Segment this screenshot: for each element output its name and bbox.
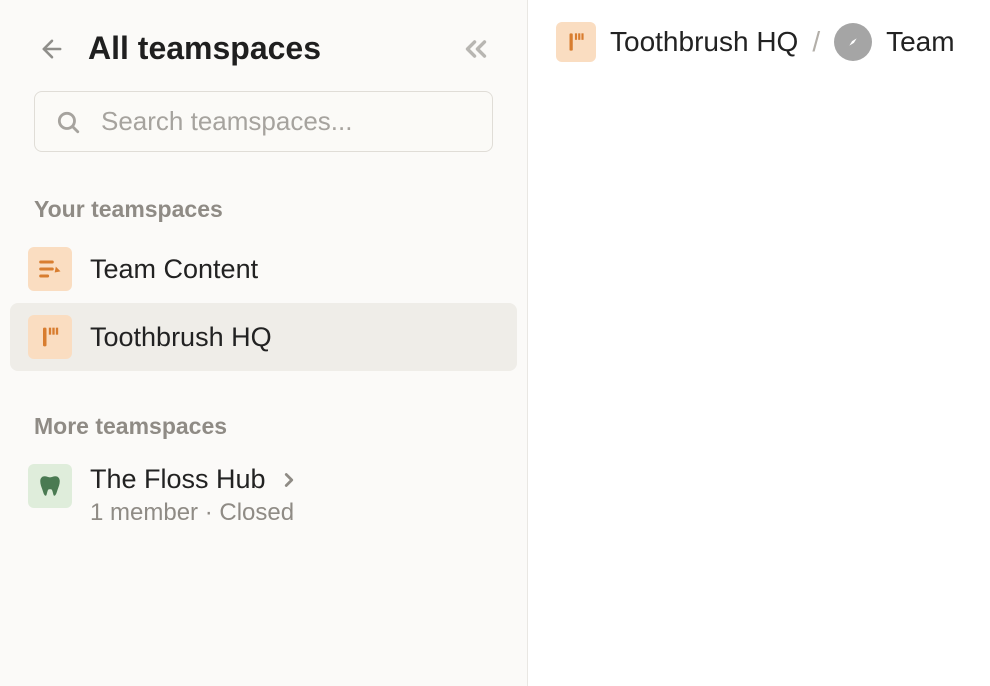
- breadcrumb-root[interactable]: Toothbrush HQ: [610, 26, 798, 58]
- toothbrush-icon: [28, 315, 72, 359]
- sidebar-title: All teamspaces: [88, 30, 459, 67]
- teamspace-item-floss-hub[interactable]: The Floss Hub 1 member · Closed: [10, 452, 517, 539]
- teamspace-item-text: The Floss Hub 1 member · Closed: [90, 464, 300, 527]
- teamspace-item-label: The Floss Hub: [90, 464, 266, 495]
- breadcrumb: Toothbrush HQ / Team: [556, 22, 990, 62]
- chevron-right-icon: [278, 469, 300, 491]
- teamspace-item-team-content[interactable]: Team Content: [10, 235, 517, 303]
- more-teamspaces-label: More teamspaces: [10, 399, 517, 452]
- search-container: [10, 91, 517, 182]
- compass-icon: [834, 23, 872, 61]
- search-icon: [55, 109, 81, 135]
- toothbrush-icon: [556, 22, 596, 62]
- your-teamspaces-label: Your teamspaces: [10, 182, 517, 235]
- search-input[interactable]: [101, 106, 472, 137]
- collapse-sidebar-icon[interactable]: [459, 32, 493, 66]
- breadcrumb-separator: /: [812, 26, 820, 58]
- back-arrow-icon[interactable]: [38, 35, 66, 63]
- search-box[interactable]: [34, 91, 493, 152]
- teamspace-item-label: Team Content: [90, 254, 258, 285]
- tooth-icon: [28, 464, 72, 508]
- breadcrumb-child[interactable]: Team: [886, 26, 954, 58]
- teamspace-item-label: Toothbrush HQ: [90, 322, 272, 353]
- teamspace-item-toothbrush-hq[interactable]: Toothbrush HQ: [10, 303, 517, 371]
- main-content: Toothbrush HQ / Team: [528, 0, 990, 686]
- sidebar: All teamspaces Your teamspaces Team Cont…: [0, 0, 528, 686]
- teamspace-item-meta: 1 member · Closed: [90, 499, 300, 527]
- document-edit-icon: [28, 247, 72, 291]
- sidebar-header: All teamspaces: [10, 30, 517, 91]
